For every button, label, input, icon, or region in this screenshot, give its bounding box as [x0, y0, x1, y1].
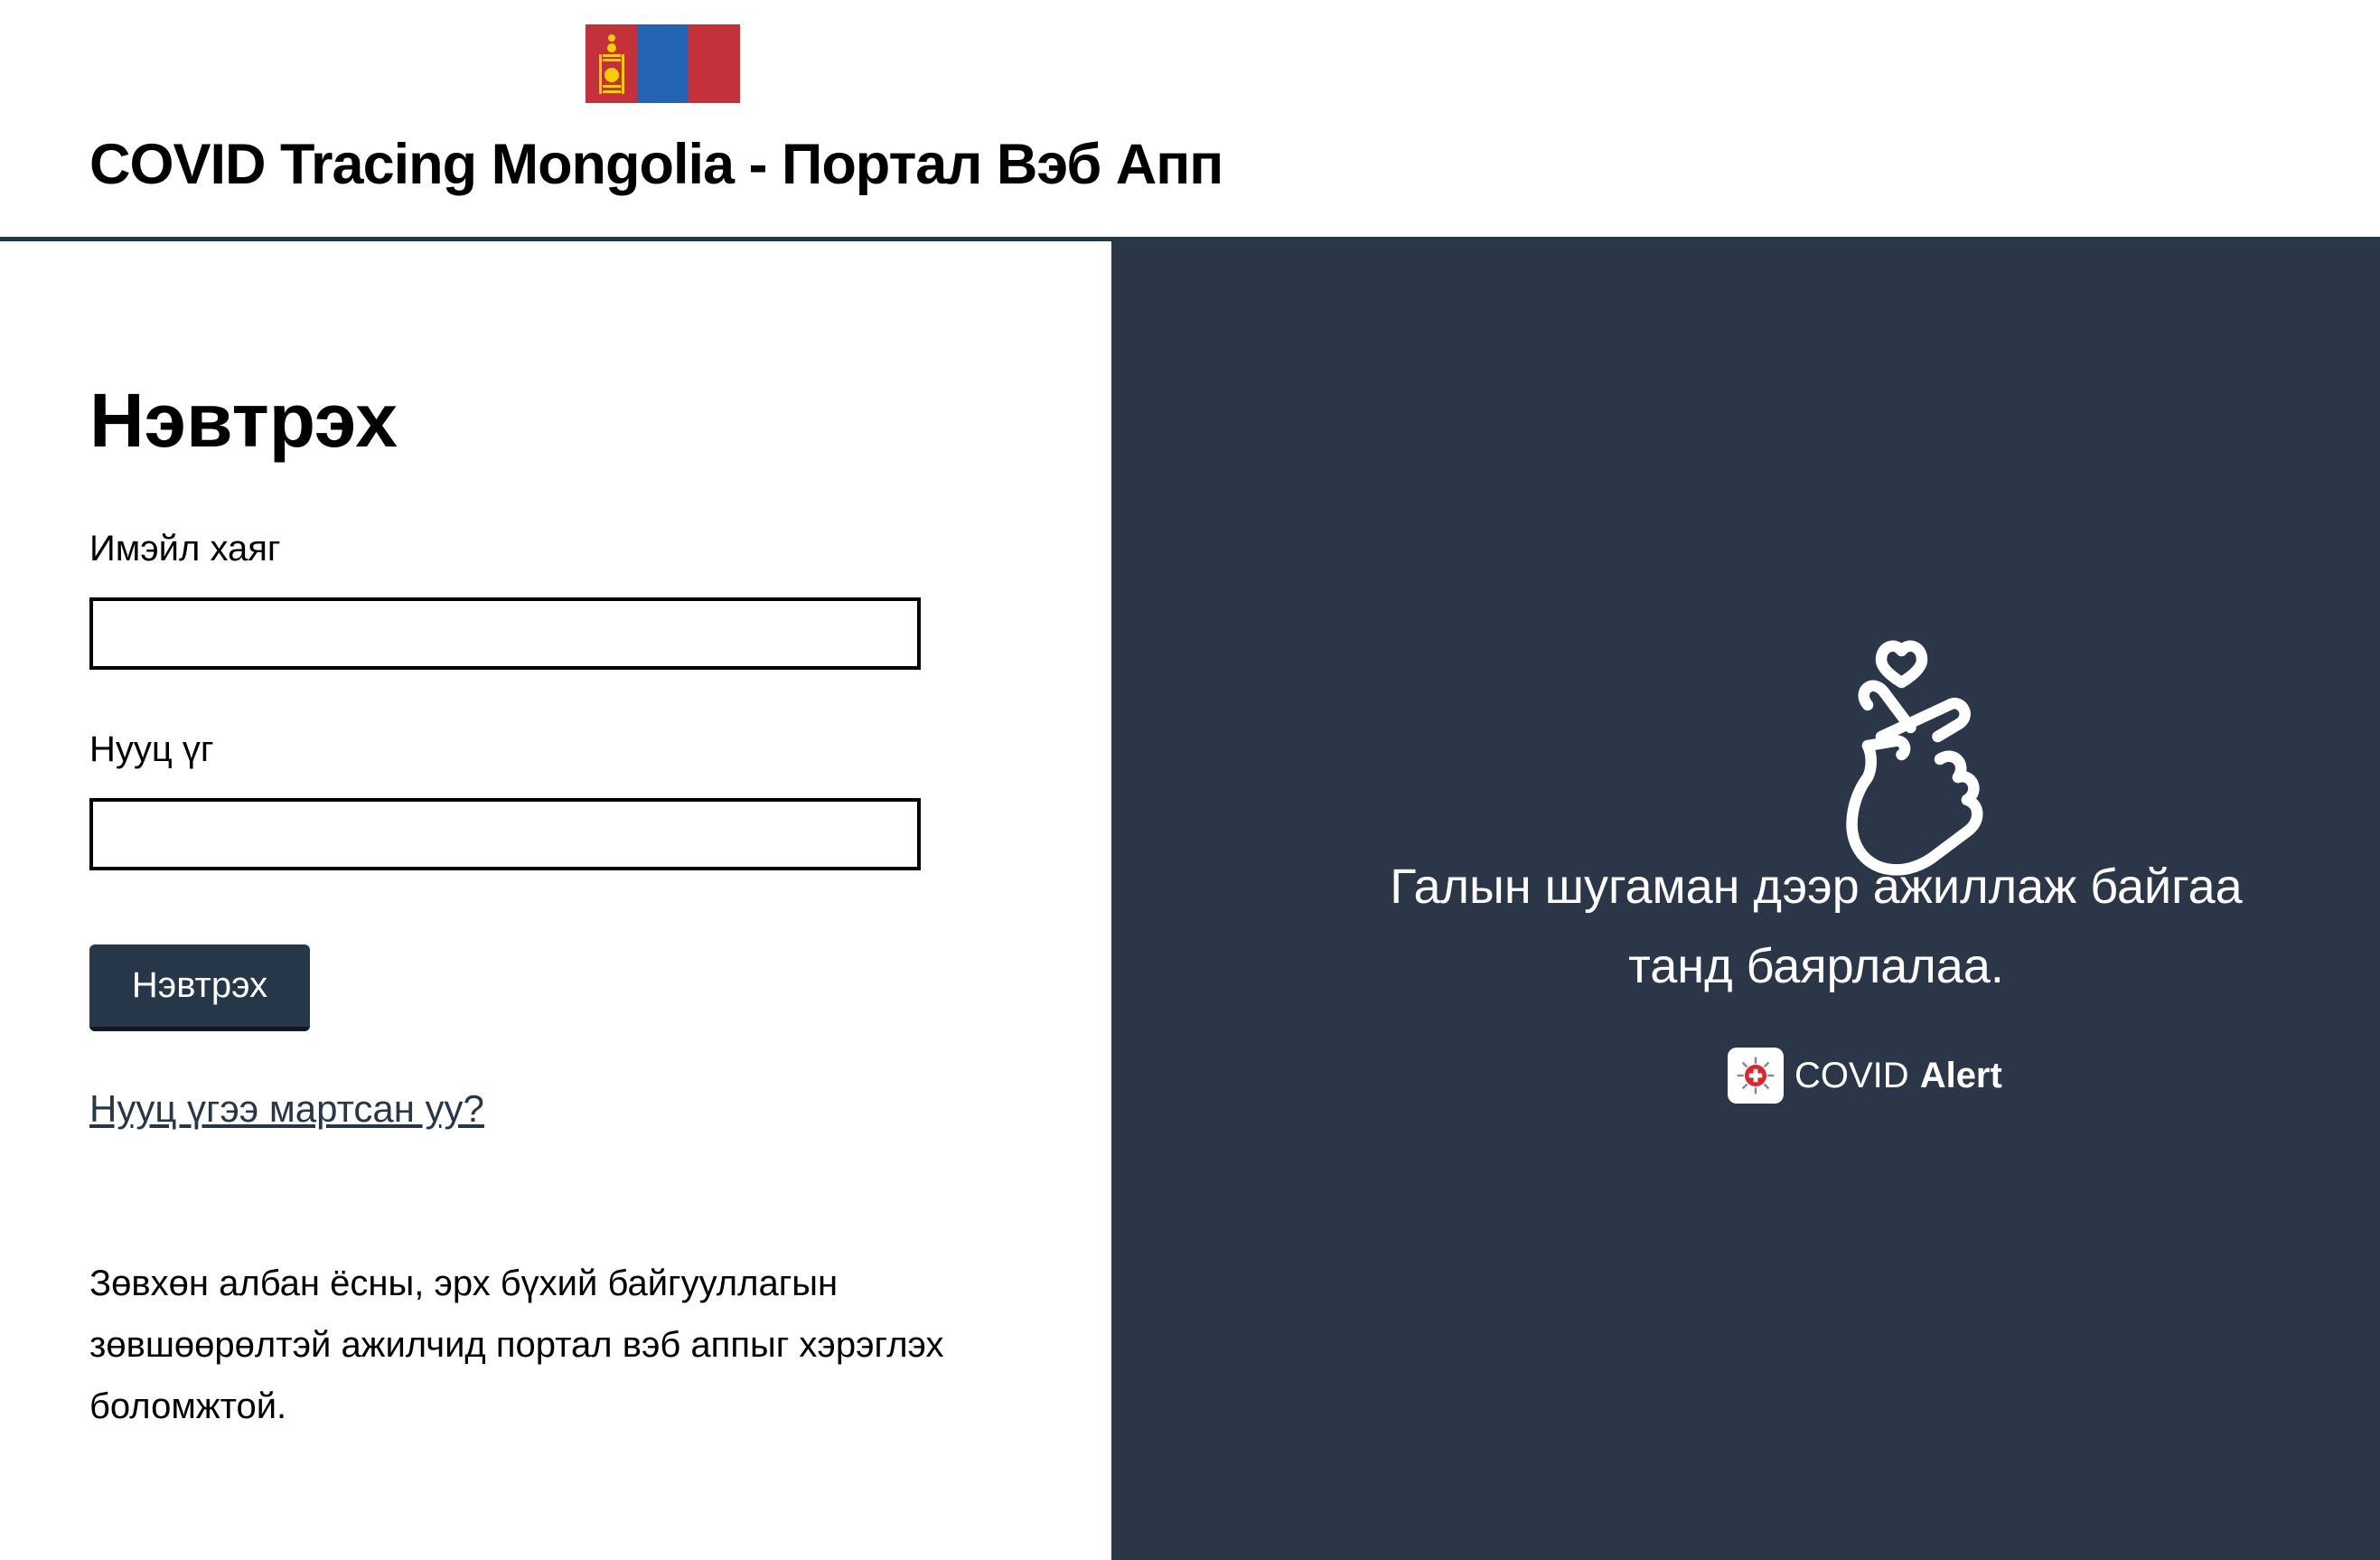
password-field[interactable] — [89, 798, 921, 870]
password-label: Нууц үг — [89, 729, 214, 769]
login-button[interactable]: Нэвтрэх — [89, 944, 310, 1031]
soyombo-icon — [599, 34, 624, 94]
thank-you-panel: Галын шугаман дээр ажиллаж байгаа танд б… — [1111, 241, 2380, 1560]
email-field[interactable] — [89, 597, 921, 670]
thank-you-message: Галын шугаман дээр ажиллаж байгаа танд б… — [1390, 860, 2243, 993]
brand-name-regular: COVID — [1794, 1055, 1909, 1095]
covid-alert-logo-icon — [1728, 1048, 1784, 1104]
covid-alert-brand: COVID Alert — [1728, 1046, 2002, 1105]
forgot-password-link[interactable]: Нууц үгээ мартсан уу? — [89, 1087, 484, 1131]
mongolia-flag-icon — [586, 24, 740, 103]
site-header: COVID Tracing Mongolia - Портал Вэб Апп — [0, 0, 2380, 241]
email-label: Имэйл хаяг — [89, 529, 281, 569]
access-notice: Зөвхөн албан ёсны, эрх бүхий байгууллагы… — [89, 1264, 944, 1426]
login-panel: Нэвтрэх Имэйл хаяг Нууц үг Нэвтрэх Нууц … — [0, 241, 1111, 1560]
brand-name-bold: Alert — [1919, 1055, 2002, 1095]
login-heading: Нэвтрэх — [89, 378, 398, 463]
app-title: COVID Tracing Mongolia - Портал Вэб Апп — [89, 133, 1223, 196]
